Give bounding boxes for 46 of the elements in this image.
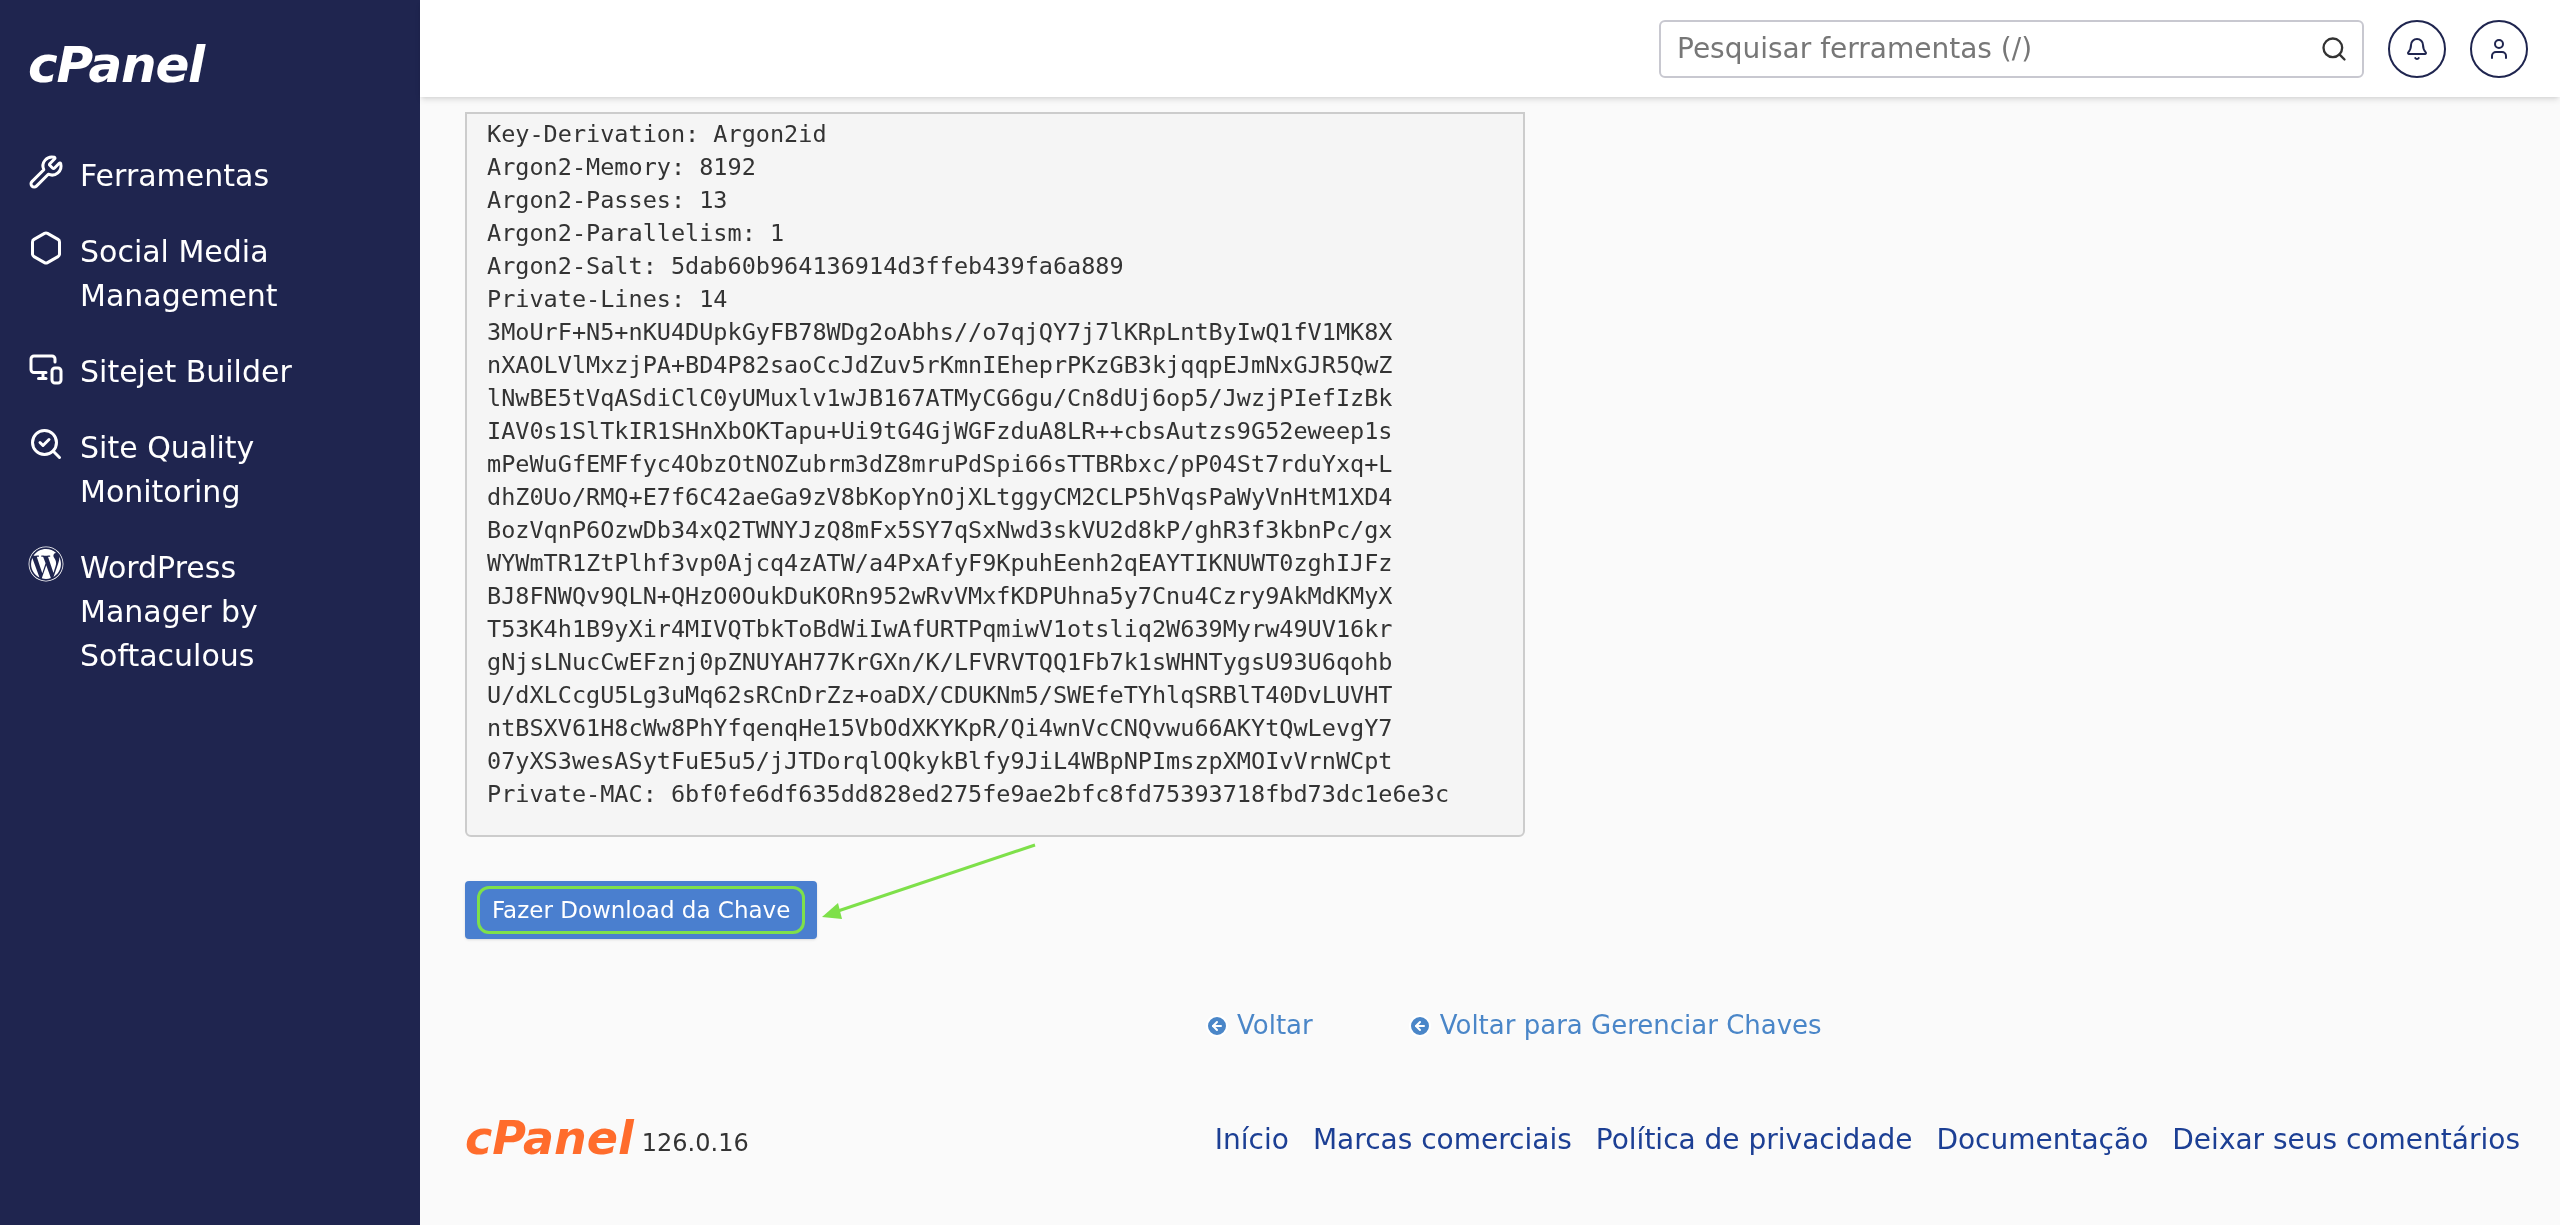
footer-link[interactable]: Deixar seus comentários [2172,1119,2520,1161]
sidebar-item[interactable]: Sitejet Builder [28,350,392,394]
key-text-line: BozVqnP6OzwDb34xQ2TWNYJzQ8mFx5SY7qSxNwd3skVU2d8kP/ghR3f3kbnPc/gx [487,515,1393,546]
key-text-line: Private-Lines: 14 [487,284,728,315]
key-text-line: 3MoUrF+N5+nKU4DUpkGyFB78WDg2oAbhs//o7qjQY7j7lKRpLntByIwQ1fV1MK8X [487,317,1393,348]
hexagon-icon [28,230,64,266]
footer-link[interactable]: Início [1214,1119,1289,1161]
key-text-line: Private-MAC: 6bf0fe6df635dd828ed275fe9ae2bfc8fd75393718fbd73dc1e6e3c [487,779,1450,810]
sidebar-item[interactable]: Social Media Management [28,230,392,318]
wordpress-icon [28,546,64,582]
user-button[interactable] [2470,19,2528,78]
download-key-button[interactable]: Fazer Download da Chave [465,881,818,939]
footer-link[interactable]: Marcas comerciais [1312,1119,1572,1161]
key-text-line: U/dXLCcgU5Lg3uMq62sRCnDrZz+oaDX/CDUKNm5/SWEfeTYhlqSRBlT40DvLUVHT [487,680,1393,711]
back-link[interactable]: Voltar [1205,1006,1313,1045]
search-field[interactable]: Pesquisar ferramentas (/) [1659,19,2364,78]
footer-logo: cPanel [465,1115,634,1161]
version-text: 126.0.16 [641,1128,749,1159]
sidebar-item[interactable]: Ferramentas [28,154,392,198]
key-text-line: T53K4h1B9yXir4MIVQTbkToBdWiIwAfURTPqmiwV1otsliq2W639Myrw49UV16kr [487,614,1393,645]
sidebar-item[interactable]: WordPress Manager by Softaculous [28,546,392,678]
key-text-line: mPeWuGfEMFfyc4ObzOtNOZubrm3dZ8mruPdSpi66sTTBRbxc/pP04St7rduYxq+L [487,449,1393,480]
key-text-line: Argon2-Passes: 13 [487,185,728,216]
key-text-line: BJ8FNWQv9QLN+QHzO0OukDuKORn952wRvVMxfKDPUhna5y7Cnu4Czry9AkMdKMyX [487,581,1393,612]
key-text-line: IAV0s1SlTkIR1SHnXbOKTapu+Ui9tG4GjWGFzduA8LR++cbsAutzs9G52eweep1s [487,416,1393,447]
search-icon [2320,34,2348,63]
key-text-line: nXAOLVlMxzjPA+BD4P82saoCcJdZuv5rKmnIEheprPKzGB3kjqqpEJmNxGJR5QwZ [487,350,1393,381]
sidebar-item[interactable]: Site Quality Monitoring [28,426,392,514]
key-text-line: Argon2-Salt: 5dab60b964136914d3ffeb439fa6a889 [487,251,1124,282]
magnifier-check-icon [28,426,64,462]
key-text-line: dhZ0Uo/RMQ+E7f6C42aeGa9zV8bKopYnOjXLtggyCM2CLP5hVqsPaWyVnHtM1XD4 [487,482,1393,513]
key-text-line: Argon2-Memory: 8192 [487,152,756,183]
notifications-button[interactable] [2388,19,2446,78]
key-text-line: WYWmTR1ZtPlhf3vp0Ajcq4zATW/a4PxAfyF9KpuhEenh2qEAYTIKNUWT0zghIJFz [487,548,1393,579]
key-text-line: 07yXS3wesASytFuE5u5/jJTDorqlOQkykBlfy9JiL4WBpNPImszpXMOIvVrnWCpt [487,746,1393,777]
bell-icon [2405,36,2429,61]
back-link[interactable]: Voltar para Gerenciar Chaves [1407,1006,1822,1045]
tools-icon [28,154,64,190]
key-text-line: ntBSXV61H8cWw8PhYfqenqHe15VbOdXKYKpR/Qi4wnVcCNQvwu66AKYtQwLevgY7 [487,713,1393,744]
footer-link[interactable]: Política de privacidade [1595,1119,1913,1161]
key-text-line: gNjsLNucCwEFznj0pZNUYAH77KrGXn/K/LFVRVTQQ1Fb7k1sWHNTygsU93U6qohb [487,647,1393,678]
key-text-line: Argon2-Parallelism: 1 [487,218,785,249]
key-text-line: Key-Derivation: Argon2id [487,119,827,150]
logo: cPanel [28,40,207,90]
key-text-line: lNwBE5tVqASdiClC0yUMuxlv1wJB167ATMyCG6gu/Cn8dUj6op5/JwzjPIefIzBk [487,383,1393,414]
footer-link[interactable]: Documentação [1936,1119,2149,1161]
